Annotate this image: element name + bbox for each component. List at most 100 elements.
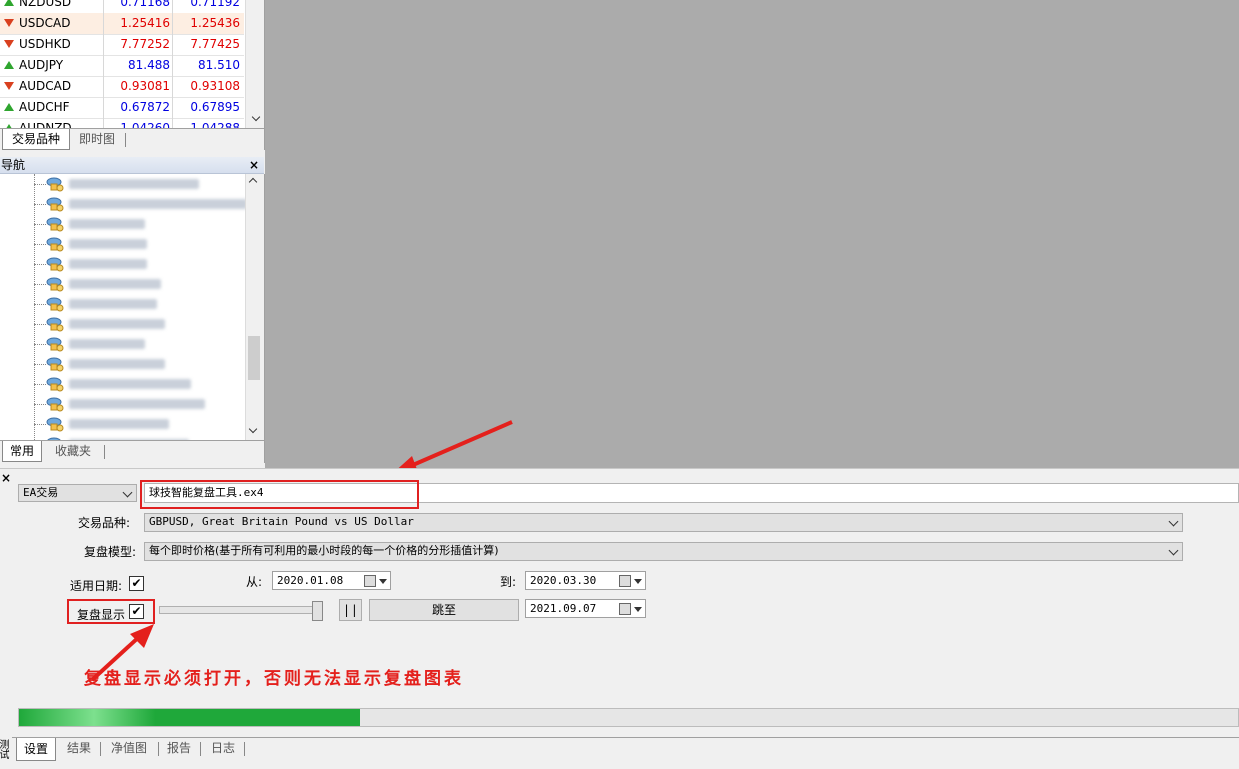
jump-date-value: 2021.09.07 — [530, 602, 597, 615]
navigator-expert-item[interactable] — [34, 334, 244, 354]
navigator-tree — [0, 174, 265, 440]
navigator-expert-item[interactable] — [34, 374, 244, 394]
blurred-item-label — [69, 339, 145, 349]
blurred-item-label — [69, 199, 247, 209]
blurred-item-label — [69, 319, 165, 329]
bid-price: 7.77252 — [104, 34, 173, 55]
tester-tabs: 设置 结果 净值图 报告 日志 — [12, 737, 1239, 762]
tab-settings[interactable]: 设置 — [16, 738, 56, 761]
blurred-item-label — [69, 359, 165, 369]
market-watch-scrollbar[interactable] — [245, 0, 264, 128]
scrollbar-thumb[interactable] — [248, 336, 260, 380]
blurred-item-label — [69, 419, 169, 429]
tab-results[interactable]: 结果 — [62, 738, 96, 760]
mode-select[interactable]: EA交易 — [18, 484, 137, 502]
expert-advisor-icon — [46, 277, 64, 292]
from-date-picker[interactable]: 2020.01.08 — [272, 571, 391, 590]
bid-price: 0.93081 — [104, 76, 173, 97]
expert-advisor-icon — [46, 217, 64, 232]
bid-price: 0.71168 — [104, 0, 173, 13]
chevron-down-icon — [122, 487, 133, 498]
tree-connector — [34, 284, 46, 285]
tab-separator — [125, 133, 126, 147]
navigator-expert-item[interactable] — [34, 234, 244, 254]
navigator-expert-item[interactable] — [34, 254, 244, 274]
use-date-checkbox[interactable]: ✔ — [129, 576, 144, 591]
market-watch-row[interactable]: USDCAD 1.25416 1.25436 — [0, 13, 244, 35]
speed-slider-track[interactable] — [159, 606, 323, 614]
navigator-close-icon[interactable]: × — [249, 157, 259, 173]
scroll-down-icon[interactable] — [248, 424, 258, 434]
expert-advisor-icon — [46, 257, 64, 272]
dropdown-arrow-icon — [634, 579, 642, 584]
navigator-expert-item[interactable] — [34, 414, 244, 434]
navigator-scrollbar[interactable] — [245, 174, 264, 440]
tab-tick-chart[interactable]: 即时图 — [72, 129, 122, 149]
annotation-text: 复盘显示必须打开，否则无法显示复盘图表 — [84, 669, 464, 689]
tab-report[interactable]: 报告 — [162, 738, 196, 760]
progress-bar — [18, 708, 1239, 727]
jump-date-picker[interactable]: 2021.09.07 — [525, 599, 646, 618]
tree-connector — [34, 244, 46, 245]
tab-symbols[interactable]: 交易品种 — [2, 129, 70, 150]
market-watch-panel: NZDUSD 0.71168 0.71192 USDCAD 1.25416 1.25436… — [0, 0, 265, 150]
tab-journal[interactable]: 日志 — [204, 738, 242, 760]
expert-advisor-icon — [46, 317, 64, 332]
blurred-item-label — [69, 299, 157, 309]
navigator-title-bar: 导航 × — [0, 157, 264, 174]
blurred-item-label — [69, 279, 161, 289]
navigator-expert-item[interactable] — [34, 294, 244, 314]
tree-connector — [34, 304, 46, 305]
scroll-up-icon[interactable] — [248, 177, 258, 187]
dropdown-arrow-icon — [634, 607, 642, 612]
navigator-expert-item[interactable] — [34, 174, 244, 194]
to-label: 到: — [500, 575, 517, 589]
use-date-label: 适用日期: — [70, 579, 123, 593]
bid-price: 0.67872 — [104, 97, 173, 118]
model-select-value: 每个即时价格(基于所有可利用的最小时段的每一个价格的分形插值计算) — [149, 544, 499, 557]
speed-slider-thumb[interactable] — [312, 601, 323, 621]
tree-connector — [34, 364, 46, 365]
tab-equity-graph[interactable]: 净值图 — [106, 738, 152, 760]
market-watch-row[interactable]: AUDCAD 0.93081 0.93108 — [0, 76, 244, 98]
ask-price: 81.510 — [198, 58, 240, 72]
navigator-expert-item[interactable] — [34, 194, 247, 214]
tree-connector — [34, 404, 46, 405]
to-date-value: 2020.03.30 — [530, 574, 597, 587]
model-select[interactable]: 每个即时价格(基于所有可利用的最小时段的每一个价格的分形插值计算) — [144, 542, 1183, 561]
navigator-expert-item[interactable] — [34, 354, 244, 374]
tab-separator — [200, 742, 201, 756]
calendar-icon — [364, 575, 376, 587]
mode-select-value: EA交易 — [23, 486, 59, 499]
symbol-name: USDHKD — [19, 34, 104, 55]
navigator-expert-item[interactable] — [34, 214, 244, 234]
symbol-name: USDCAD — [19, 13, 104, 34]
tree-trunk-line — [34, 174, 35, 440]
tree-connector — [34, 224, 46, 225]
jump-to-button[interactable]: 跳至 — [369, 599, 519, 621]
market-watch-row[interactable]: USDHKD 7.77252 7.77425 — [0, 34, 244, 56]
navigator-expert-item[interactable] — [34, 314, 244, 334]
scroll-down-icon[interactable] — [251, 112, 261, 122]
pause-button[interactable]: | | — [339, 599, 362, 621]
symbol-name: AUDJPY — [19, 55, 104, 76]
expert-advisor-icon — [46, 297, 64, 312]
tree-connector — [34, 184, 46, 185]
to-date-picker[interactable]: 2020.03.30 — [525, 571, 646, 590]
progress-bar-fill — [19, 709, 361, 726]
tab-separator — [104, 445, 105, 459]
market-watch-row[interactable]: AUDJPY 81.488 81.510 — [0, 55, 244, 77]
expert-advisor-icon — [46, 337, 64, 352]
arrow-down-icon — [4, 82, 14, 90]
market-watch-row[interactable]: NZDUSD 0.71168 0.71192 — [0, 0, 244, 14]
tab-common[interactable]: 常用 — [2, 441, 42, 462]
navigator-expert-item[interactable] — [34, 394, 244, 414]
tester-close-icon[interactable]: × — [1, 471, 11, 485]
symbol-select[interactable]: GBPUSD, Great Britain Pound vs US Dollar — [144, 513, 1183, 532]
navigator-expert-item[interactable] — [34, 274, 244, 294]
tab-favorites[interactable]: 收藏夹 — [46, 441, 100, 461]
market-watch-row[interactable]: AUDCHF 0.67872 0.67895 — [0, 97, 244, 119]
blurred-item-label — [69, 239, 147, 249]
market-watch-tabs: 交易品种 即时图 — [0, 128, 264, 150]
navigator-title: 导航 — [1, 158, 26, 172]
